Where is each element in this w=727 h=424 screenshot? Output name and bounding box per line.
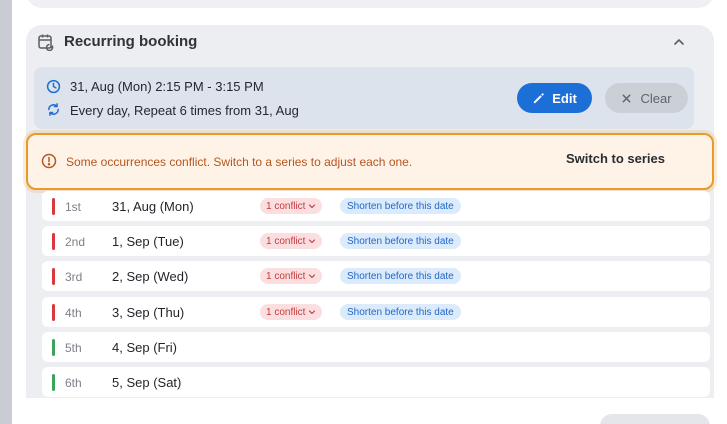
occurrence-row[interactable]: 1st 31, Aug (Mon) 1 conflict Shorten before… bbox=[42, 191, 710, 221]
section-title: Recurring booking bbox=[64, 33, 198, 50]
shorten-before-date-chip[interactable]: Shorten before this date bbox=[340, 268, 461, 284]
booking-panel: Recurring booking 31, Aug (Mon) 2:15 PM … bbox=[12, 0, 727, 424]
conflict-warning-banner: Some occurrences conflict. Switch to a s… bbox=[26, 133, 714, 190]
repeat-icon bbox=[48, 103, 59, 116]
occurrence-row[interactable]: 6th 5, Sep (Sat) bbox=[42, 367, 710, 397]
occurrence-date: 31, Aug (Mon) bbox=[112, 199, 194, 214]
clock-icon bbox=[46, 79, 61, 94]
section-header[interactable]: Recurring booking bbox=[26, 25, 714, 61]
switch-to-series-button[interactable]: Switch to series bbox=[566, 151, 665, 166]
conflict-chip[interactable]: 1 conflict bbox=[260, 233, 323, 249]
conflict-chip-label: 1 conflict bbox=[266, 270, 306, 282]
chevron-down-icon bbox=[309, 274, 316, 279]
occurrence-ordinal: 3rd bbox=[65, 270, 83, 284]
warning-circle-icon bbox=[41, 153, 57, 169]
occurrence-ordinal: 5th bbox=[65, 341, 82, 355]
conflict-chip-label: 1 conflict bbox=[266, 235, 306, 247]
conflict-chip[interactable]: 1 conflict bbox=[260, 268, 323, 284]
booking-summary: 31, Aug (Mon) 2:15 PM - 3:15 PM Every da… bbox=[34, 67, 694, 129]
clear-button-label: Clear bbox=[640, 90, 672, 106]
occurrence-row[interactable]: 3rd 2, Sep (Wed) 1 conflict Shorten before … bbox=[42, 261, 710, 291]
edit-button[interactable]: Edit bbox=[517, 83, 592, 113]
occurrence-date: 2, Sep (Wed) bbox=[112, 269, 189, 284]
occurrence-date: 1, Sep (Tue) bbox=[112, 234, 184, 249]
clear-button[interactable]: Clear bbox=[605, 83, 688, 113]
shorten-before-date-chip[interactable]: Shorten before this date bbox=[340, 198, 461, 214]
occurrence-date: 4, Sep (Fri) bbox=[112, 340, 178, 355]
conflict-chip-label: 1 conflict bbox=[266, 306, 306, 318]
calendar-repeat-icon bbox=[38, 34, 54, 51]
chevron-up-icon[interactable] bbox=[671, 34, 687, 50]
conflict-chip[interactable]: 1 conflict bbox=[260, 304, 323, 320]
occurrence-ordinal: 4th bbox=[65, 306, 82, 320]
footer-action-button[interactable] bbox=[600, 414, 710, 424]
shorten-before-date-chip[interactable]: Shorten before this date bbox=[340, 304, 461, 320]
conflict-chip-label: 1 conflict bbox=[266, 200, 306, 212]
previous-section-card bbox=[26, 0, 714, 8]
occurrence-row[interactable]: 2nd 1, Sep (Tue) 1 conflict Shorten before … bbox=[42, 226, 710, 256]
occurrence-ordinal: 1st bbox=[65, 200, 82, 214]
conflict-status-bar bbox=[52, 198, 55, 215]
recurrence-text: Every day, Repeat 6 times from 31, Aug bbox=[70, 103, 299, 118]
conflict-chip[interactable]: 1 conflict bbox=[260, 198, 323, 214]
occurrence-ordinal: 2nd bbox=[65, 235, 86, 249]
pencil-icon bbox=[534, 92, 544, 103]
occurrence-row[interactable]: 5th 4, Sep (Fri) bbox=[42, 332, 710, 362]
occurrence-date: 5, Sep (Sat) bbox=[112, 375, 182, 390]
chevron-down-icon bbox=[309, 239, 316, 244]
edit-button-label: Edit bbox=[552, 90, 577, 106]
recurring-booking-card: Recurring booking 31, Aug (Mon) 2:15 PM … bbox=[26, 25, 714, 424]
shorten-before-date-chip[interactable]: Shorten before this date bbox=[340, 233, 461, 249]
chevron-down-icon bbox=[309, 310, 316, 315]
occurrence-row[interactable]: 4th 3, Sep (Thu) 1 conflict Shorten before … bbox=[42, 297, 710, 327]
conflict-status-bar bbox=[52, 304, 55, 321]
occurrence-ordinal: 6th bbox=[65, 376, 82, 390]
occurrence-date: 3, Sep (Thu) bbox=[112, 305, 185, 320]
conflict-status-bar bbox=[52, 268, 55, 285]
close-icon bbox=[623, 94, 631, 102]
ok-status-bar bbox=[52, 339, 55, 356]
time-range-text: 31, Aug (Mon) 2:15 PM - 3:15 PM bbox=[70, 79, 264, 94]
ok-status-bar bbox=[52, 374, 55, 391]
chevron-down-icon bbox=[309, 204, 316, 209]
warning-message: Some occurrences conflict. Switch to a s… bbox=[66, 155, 413, 169]
conflict-status-bar bbox=[52, 233, 55, 250]
